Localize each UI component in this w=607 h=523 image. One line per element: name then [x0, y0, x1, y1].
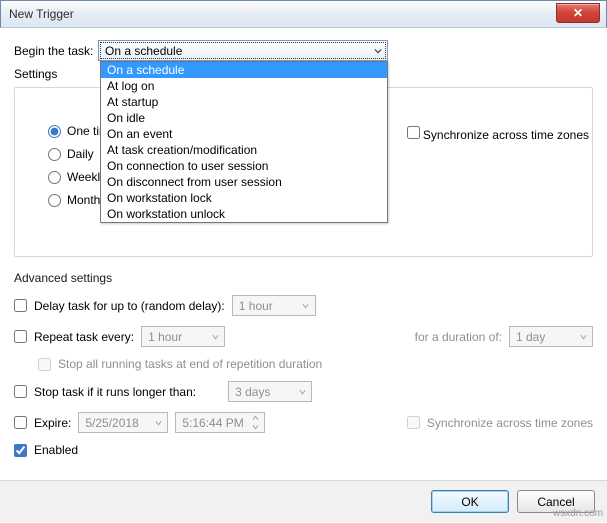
delay-combo[interactable]: 1 hour	[232, 295, 316, 316]
duration-label: for a duration of:	[415, 330, 502, 344]
expire-checkbox[interactable]	[14, 416, 27, 429]
dialog-content: Begin the task: On a schedule Settings O…	[0, 28, 607, 480]
dropdown-option[interactable]: On an event	[101, 126, 387, 142]
dropdown-option[interactable]: On connection to user session	[101, 158, 387, 174]
enabled-label: Enabled	[34, 443, 78, 457]
sync-timezones[interactable]: Synchronize across time zones	[407, 126, 589, 142]
advanced-heading: Advanced settings	[14, 271, 593, 285]
spinner-icon[interactable]	[248, 414, 263, 431]
advanced-settings: Delay task for up to (random delay): 1 h…	[14, 295, 593, 457]
expire-row: Expire: 5/25/2018 5:16:44 PM Synchronize…	[14, 412, 593, 433]
expire-sync-label: Synchronize across time zones	[427, 416, 593, 430]
begin-task-value: On a schedule	[105, 44, 182, 58]
repeat-stop-row: Stop all running tasks at end of repetit…	[38, 357, 593, 371]
expire-time-value: 5:16:44 PM	[182, 416, 243, 430]
stop-row: Stop task if it runs longer than: 3 days	[14, 381, 593, 402]
settings-label: Settings	[14, 67, 98, 81]
window-title: New Trigger	[9, 7, 74, 21]
repeat-value: 1 hour	[148, 330, 182, 344]
repeat-stop-checkbox	[38, 358, 51, 371]
delay-value: 1 hour	[239, 299, 273, 313]
close-icon: ✕	[573, 6, 583, 20]
begin-task-label: Begin the task:	[14, 44, 98, 58]
expire-date[interactable]: 5/25/2018	[78, 412, 168, 433]
chevron-down-icon	[299, 298, 313, 313]
radio-input[interactable]	[48, 148, 61, 161]
expire-date-value: 5/25/2018	[85, 416, 138, 430]
expire-sync-checkbox	[407, 416, 420, 429]
dropdown-option[interactable]: On workstation lock	[101, 190, 387, 206]
delay-checkbox[interactable]	[14, 299, 27, 312]
duration-combo[interactable]: 1 day	[509, 326, 593, 347]
radio-input[interactable]	[48, 171, 61, 184]
delay-row: Delay task for up to (random delay): 1 h…	[14, 295, 593, 316]
stop-label: Stop task if it runs longer than:	[34, 385, 196, 399]
sync-label: Synchronize across time zones	[423, 128, 589, 142]
delay-label: Delay task for up to (random delay):	[34, 299, 225, 313]
repeat-label: Repeat task every:	[34, 330, 134, 344]
sync-checkbox[interactable]	[407, 126, 420, 139]
dropdown-option[interactable]: At task creation/modification	[101, 142, 387, 158]
radio-input[interactable]	[48, 125, 61, 138]
chevron-down-icon	[576, 329, 590, 344]
dropdown-option[interactable]: On a schedule	[101, 62, 387, 78]
dropdown-option[interactable]: On idle	[101, 110, 387, 126]
enabled-row: Enabled	[14, 443, 593, 457]
ok-button[interactable]: OK	[431, 490, 509, 513]
dropdown-option[interactable]: At log on	[101, 78, 387, 94]
stop-combo[interactable]: 3 days	[228, 381, 312, 402]
stop-value: 3 days	[235, 385, 270, 399]
repeat-combo[interactable]: 1 hour	[141, 326, 225, 347]
watermark: wsxdn.com	[553, 508, 603, 519]
dialog-footer: OK Cancel	[0, 480, 607, 522]
repeat-checkbox[interactable]	[14, 330, 27, 343]
chevron-down-icon	[295, 384, 309, 399]
begin-task-row: Begin the task: On a schedule	[14, 40, 593, 61]
close-button[interactable]: ✕	[556, 3, 600, 23]
radio-input[interactable]	[48, 194, 61, 207]
expire-label: Expire:	[34, 416, 71, 430]
enabled-checkbox[interactable]	[14, 444, 27, 457]
chevron-down-icon	[208, 329, 222, 344]
calendar-chevron-icon	[151, 415, 165, 430]
radio-label: Daily	[67, 147, 94, 161]
repeat-row: Repeat task every: 1 hour for a duration…	[14, 326, 593, 347]
dropdown-option[interactable]: On workstation unlock	[101, 206, 387, 222]
begin-task-dropdown[interactable]: On a schedule At log on At startup On id…	[100, 61, 388, 223]
dropdown-option[interactable]: On disconnect from user session	[101, 174, 387, 190]
duration-value: 1 day	[516, 330, 545, 344]
repeat-stop-label: Stop all running tasks at end of repetit…	[58, 357, 322, 371]
titlebar: New Trigger ✕	[0, 0, 607, 28]
dropdown-option[interactable]: At startup	[101, 94, 387, 110]
begin-task-combo[interactable]: On a schedule	[98, 40, 388, 61]
expire-time[interactable]: 5:16:44 PM	[175, 412, 265, 433]
stop-checkbox[interactable]	[14, 385, 27, 398]
chevron-down-icon	[370, 43, 385, 58]
